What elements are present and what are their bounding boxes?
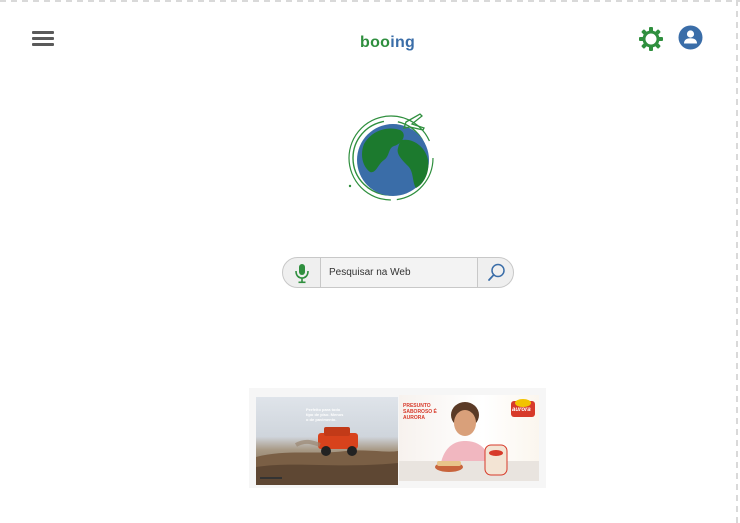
- microphone-icon[interactable]: [283, 258, 320, 287]
- globe-airplane-icon: [336, 104, 440, 204]
- advertisement-banner[interactable]: Perfeito para todo tipo de piso. Menos o…: [249, 388, 546, 488]
- search-input[interactable]: [320, 258, 478, 287]
- ad-brand-logo: aurora: [512, 407, 531, 413]
- right-border: [736, 0, 738, 523]
- brand-part-1: boo: [360, 34, 391, 51]
- brand-logo-text[interactable]: booing: [360, 34, 415, 52]
- top-border: [0, 0, 740, 2]
- menu-line: [32, 31, 54, 34]
- menu-line: [32, 37, 54, 40]
- magnifier-icon[interactable]: [478, 258, 513, 287]
- brand-part-2: ing: [390, 34, 416, 51]
- ad-left-headline: Perfeito para todo tipo de piso. Menos o…: [306, 407, 344, 422]
- menu-line: [32, 43, 54, 46]
- ad-aurora-panel: PRESUNTO SABOROSO É AURORA aurora: [399, 395, 539, 481]
- ad-right-headline: PRESUNTO SABOROSO É AURORA: [403, 403, 437, 421]
- hamburger-menu-icon[interactable]: [32, 29, 54, 47]
- gear-icon[interactable]: [637, 25, 665, 53]
- ad-jeep-panel: Perfeito para todo tipo de piso. Menos o…: [256, 397, 398, 485]
- user-avatar-icon[interactable]: [678, 25, 703, 50]
- search-bar: [282, 257, 514, 288]
